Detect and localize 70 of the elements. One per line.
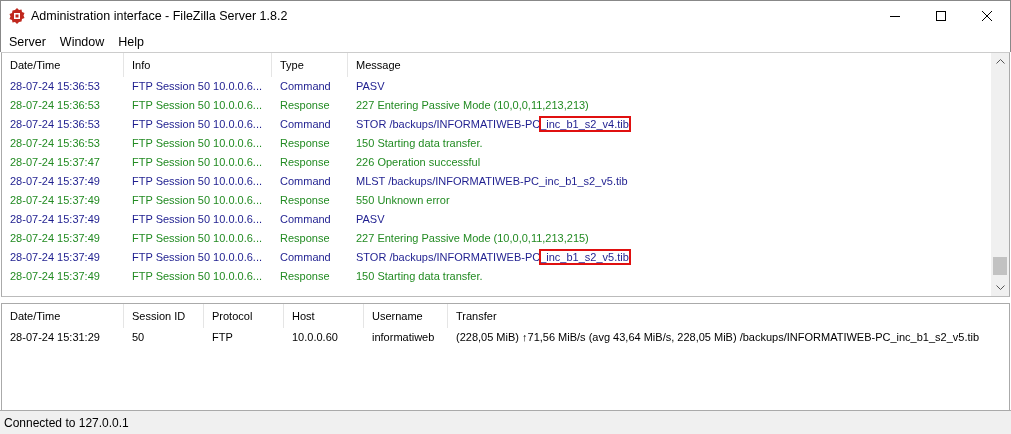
table-cell-text: 50 <box>131 330 146 345</box>
table-cell-text: 550 Unknown error <box>355 193 450 208</box>
table-cell-text: FTP Session 50 10.0.0.6... <box>131 136 264 151</box>
table-cell-text: (228,05 MiB) ↑71,56 MiB/s (avg 43,64 MiB/s, 228,05 MiB) /backups/INFORMATIWEB-PC_inc_b1_s2_v5.tib <box>455 330 981 345</box>
table-cell-text: 227 Entering Passive Mode (10,0,0,11,213,215) <box>355 231 589 246</box>
menu-item[interactable]: Window <box>52 34 112 49</box>
column-header[interactable]: Date/Time <box>2 53 124 77</box>
table-cell-text: Response <box>279 193 331 208</box>
column-header[interactable]: Protocol <box>204 304 284 328</box>
table-cell-text: Response <box>279 155 331 170</box>
table-cell-text: Command <box>279 117 332 132</box>
table-cell-text: 150 Starting data transfer. <box>355 269 483 284</box>
table-cell-text: PASV <box>355 212 385 227</box>
table-cell-text: 28-07-24 15:37:49 <box>9 212 101 227</box>
table-cell-text: 226 Operation successful <box>355 155 481 170</box>
table-cell-text: 150 Starting data transfer. <box>355 136 483 151</box>
table-cell-text: FTP Session 50 10.0.0.6... <box>131 212 264 227</box>
scrollbar-thumb[interactable] <box>993 257 1007 275</box>
table-cell-text: FTP Session 50 10.0.0.6... <box>131 98 264 113</box>
table-cell-text: 10.0.0.60 <box>291 330 339 345</box>
table-cell-text: 28-07-24 15:36:53 <box>9 79 101 94</box>
window-title: Administration interface - FileZilla Server 1.8.2 <box>31 9 289 23</box>
menu-item[interactable]: Help <box>111 34 151 49</box>
scrollbar[interactable] <box>991 53 1009 296</box>
maximize-icon <box>936 11 946 21</box>
table-cell-text: 28-07-24 15:37:49 <box>9 269 101 284</box>
table-cell-text: FTP <box>211 330 234 345</box>
table-cell-text: informatiweb <box>371 330 436 345</box>
table-cell-text: Response <box>279 98 331 113</box>
table-cell-text: Command <box>279 79 332 94</box>
table-cell-text: FTP Session 50 10.0.0.6... <box>131 250 264 265</box>
table-cell-text: FTP Session 50 10.0.0.6... <box>131 117 264 132</box>
table-cell-text: Response <box>279 269 331 284</box>
table-cell-text: Command <box>279 212 332 227</box>
menu-item[interactable]: Server <box>2 34 53 49</box>
table-cell-text: 28-07-24 15:37:49 <box>9 250 101 265</box>
table-cell-text: Command <box>279 250 332 265</box>
gear-icon <box>9 8 25 24</box>
table-cell-text: FTP Session 50 10.0.0.6... <box>131 193 264 208</box>
status-text: Connected to 127.0.0.1 <box>4 415 129 430</box>
close-icon <box>982 11 992 21</box>
table-cell-text: Command <box>279 174 332 189</box>
table-cell-text: 28-07-24 15:36:53 <box>9 136 101 151</box>
column-header[interactable]: Type <box>272 53 348 77</box>
table-cell-text: Response <box>279 136 331 151</box>
table-cell-text: PASV <box>355 79 385 94</box>
table-cell-text: FTP Session 50 10.0.0.6... <box>131 79 264 94</box>
column-header[interactable]: Transfer <box>448 304 1009 328</box>
column-header[interactable]: Date/Time <box>2 304 124 328</box>
table-cell-text: Response <box>279 231 331 246</box>
table-cell-text: FTP Session 50 10.0.0.6... <box>131 231 264 246</box>
table-cell-text: STOR /backups/INFORMATIWEB-PC_inc_b1_s2_v5.tib <box>355 249 630 266</box>
column-header[interactable]: Info <box>124 53 272 77</box>
column-header[interactable]: Message <box>348 53 991 77</box>
column-header[interactable]: Username <box>364 304 448 328</box>
column-header[interactable]: Session ID <box>124 304 204 328</box>
table-cell-text: 28-07-24 15:36:53 <box>9 117 101 132</box>
table-cell-text: STOR /backups/INFORMATIWEB-PC_inc_b1_s2_v4.tib <box>355 116 630 133</box>
table-cell-text: FTP Session 50 10.0.0.6... <box>131 155 264 170</box>
table-cell-text: 28-07-24 15:37:47 <box>9 155 101 170</box>
table-cell-text: FTP Session 50 10.0.0.6... <box>131 269 264 284</box>
table-cell-text: MLST /backups/INFORMATIWEB-PC_inc_b1_s2_v5.tib <box>355 174 628 189</box>
table-cell-text: 28-07-24 15:37:49 <box>9 174 101 189</box>
column-header[interactable]: Host <box>284 304 364 328</box>
table-cell-text: 28-07-24 15:31:29 <box>9 330 101 345</box>
table-cell-text: FTP Session 50 10.0.0.6... <box>131 174 264 189</box>
table-cell-text: 227 Entering Passive Mode (10,0,0,11,213,213) <box>355 98 589 113</box>
table-cell-text: 28-07-24 15:37:49 <box>9 193 101 208</box>
table-cell-text: 28-07-24 15:37:49 <box>9 231 101 246</box>
table-cell-text: 28-07-24 15:36:53 <box>9 98 101 113</box>
